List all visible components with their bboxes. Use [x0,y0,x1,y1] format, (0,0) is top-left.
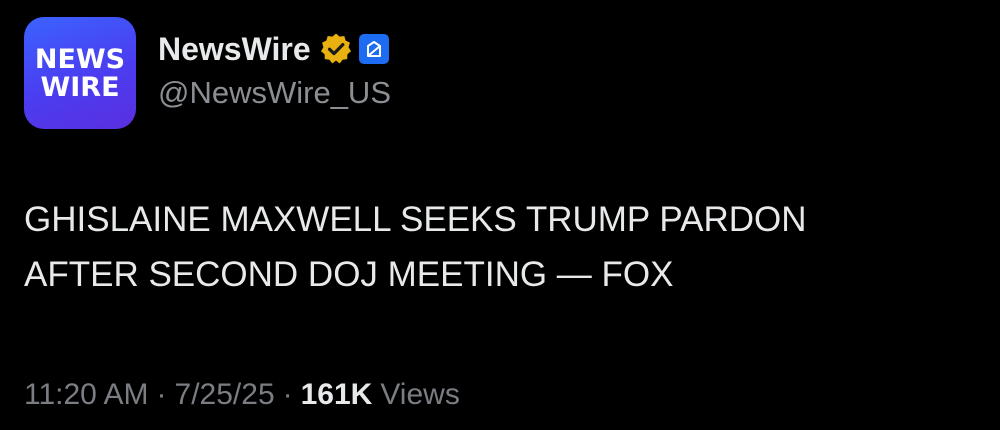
meta-separator: · [282,378,293,411]
author-identity: NewsWire @NewsWire_US [158,27,391,111]
post-time[interactable]: 11:20 AM [24,378,149,412]
views-count[interactable]: 161K [301,378,373,412]
verified-badge-icon[interactable] [319,32,353,66]
author-handle[interactable]: @NewsWire_US [158,75,391,111]
display-name[interactable]: NewsWire [158,31,311,68]
avatar[interactable]: NEWS WIRE [24,17,136,129]
tweet-text: GHISLAINE MAXWELL SEEKS TRUMP PARDON AFT… [24,200,807,294]
avatar-text-bottom: WIRE [40,72,120,103]
avatar-text-top: NEWS [34,44,126,75]
tweet-card: NEWS WIRE NewsWire @NewsWire_US GHISLAIN… [0,0,1000,430]
name-row: NewsWire [158,27,391,71]
tweet-meta: 11:20 AM · 7/25/25 · 161K Views [24,378,460,412]
meta-separator: · [156,378,167,411]
tweet-header: NEWS WIRE NewsWire @NewsWire_US [24,17,391,129]
post-date[interactable]: 7/25/25 [175,378,275,412]
views-label[interactable]: Views [380,378,459,412]
affiliate-badge-icon[interactable] [358,34,389,64]
